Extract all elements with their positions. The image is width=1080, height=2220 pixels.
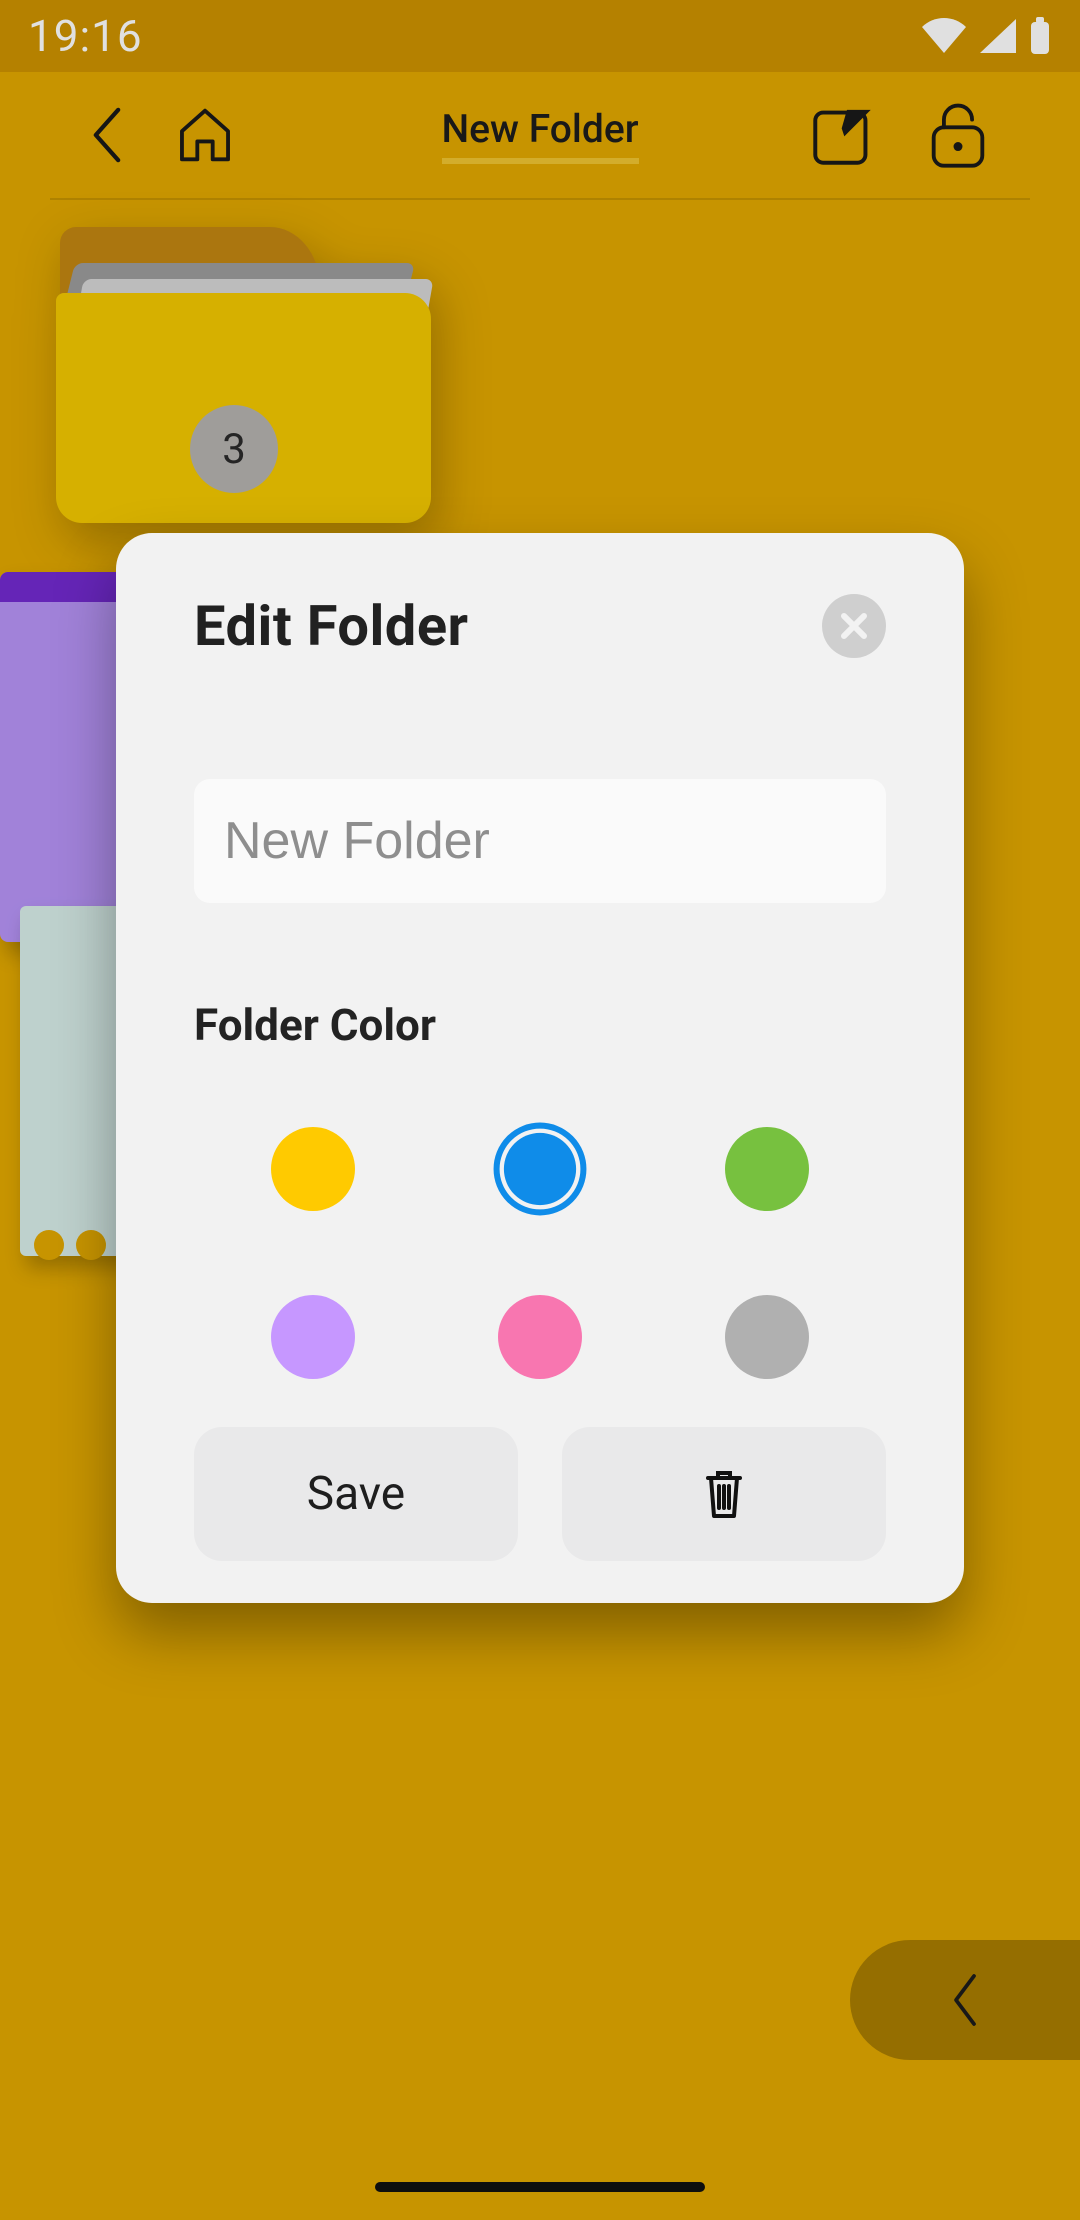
color-picker bbox=[194, 1127, 886, 1379]
color-swatch-green[interactable] bbox=[725, 1127, 809, 1211]
delete-button[interactable] bbox=[562, 1427, 886, 1561]
dialog-title: Edit Folder bbox=[194, 593, 469, 659]
edit-folder-dialog: Edit Folder Folder Color Save bbox=[116, 533, 964, 1603]
color-swatch-yellow[interactable] bbox=[271, 1127, 355, 1211]
color-swatch-pink[interactable] bbox=[498, 1295, 582, 1379]
folder-name-input[interactable] bbox=[194, 779, 886, 903]
color-swatch-blue[interactable] bbox=[504, 1133, 576, 1205]
close-icon bbox=[838, 610, 870, 642]
close-button[interactable] bbox=[822, 594, 886, 658]
color-section-label: Folder Color bbox=[194, 999, 886, 1051]
color-swatch-grey[interactable] bbox=[725, 1295, 809, 1379]
color-swatch-purple[interactable] bbox=[271, 1295, 355, 1379]
trash-icon bbox=[700, 1466, 748, 1522]
save-button[interactable]: Save bbox=[194, 1427, 518, 1561]
